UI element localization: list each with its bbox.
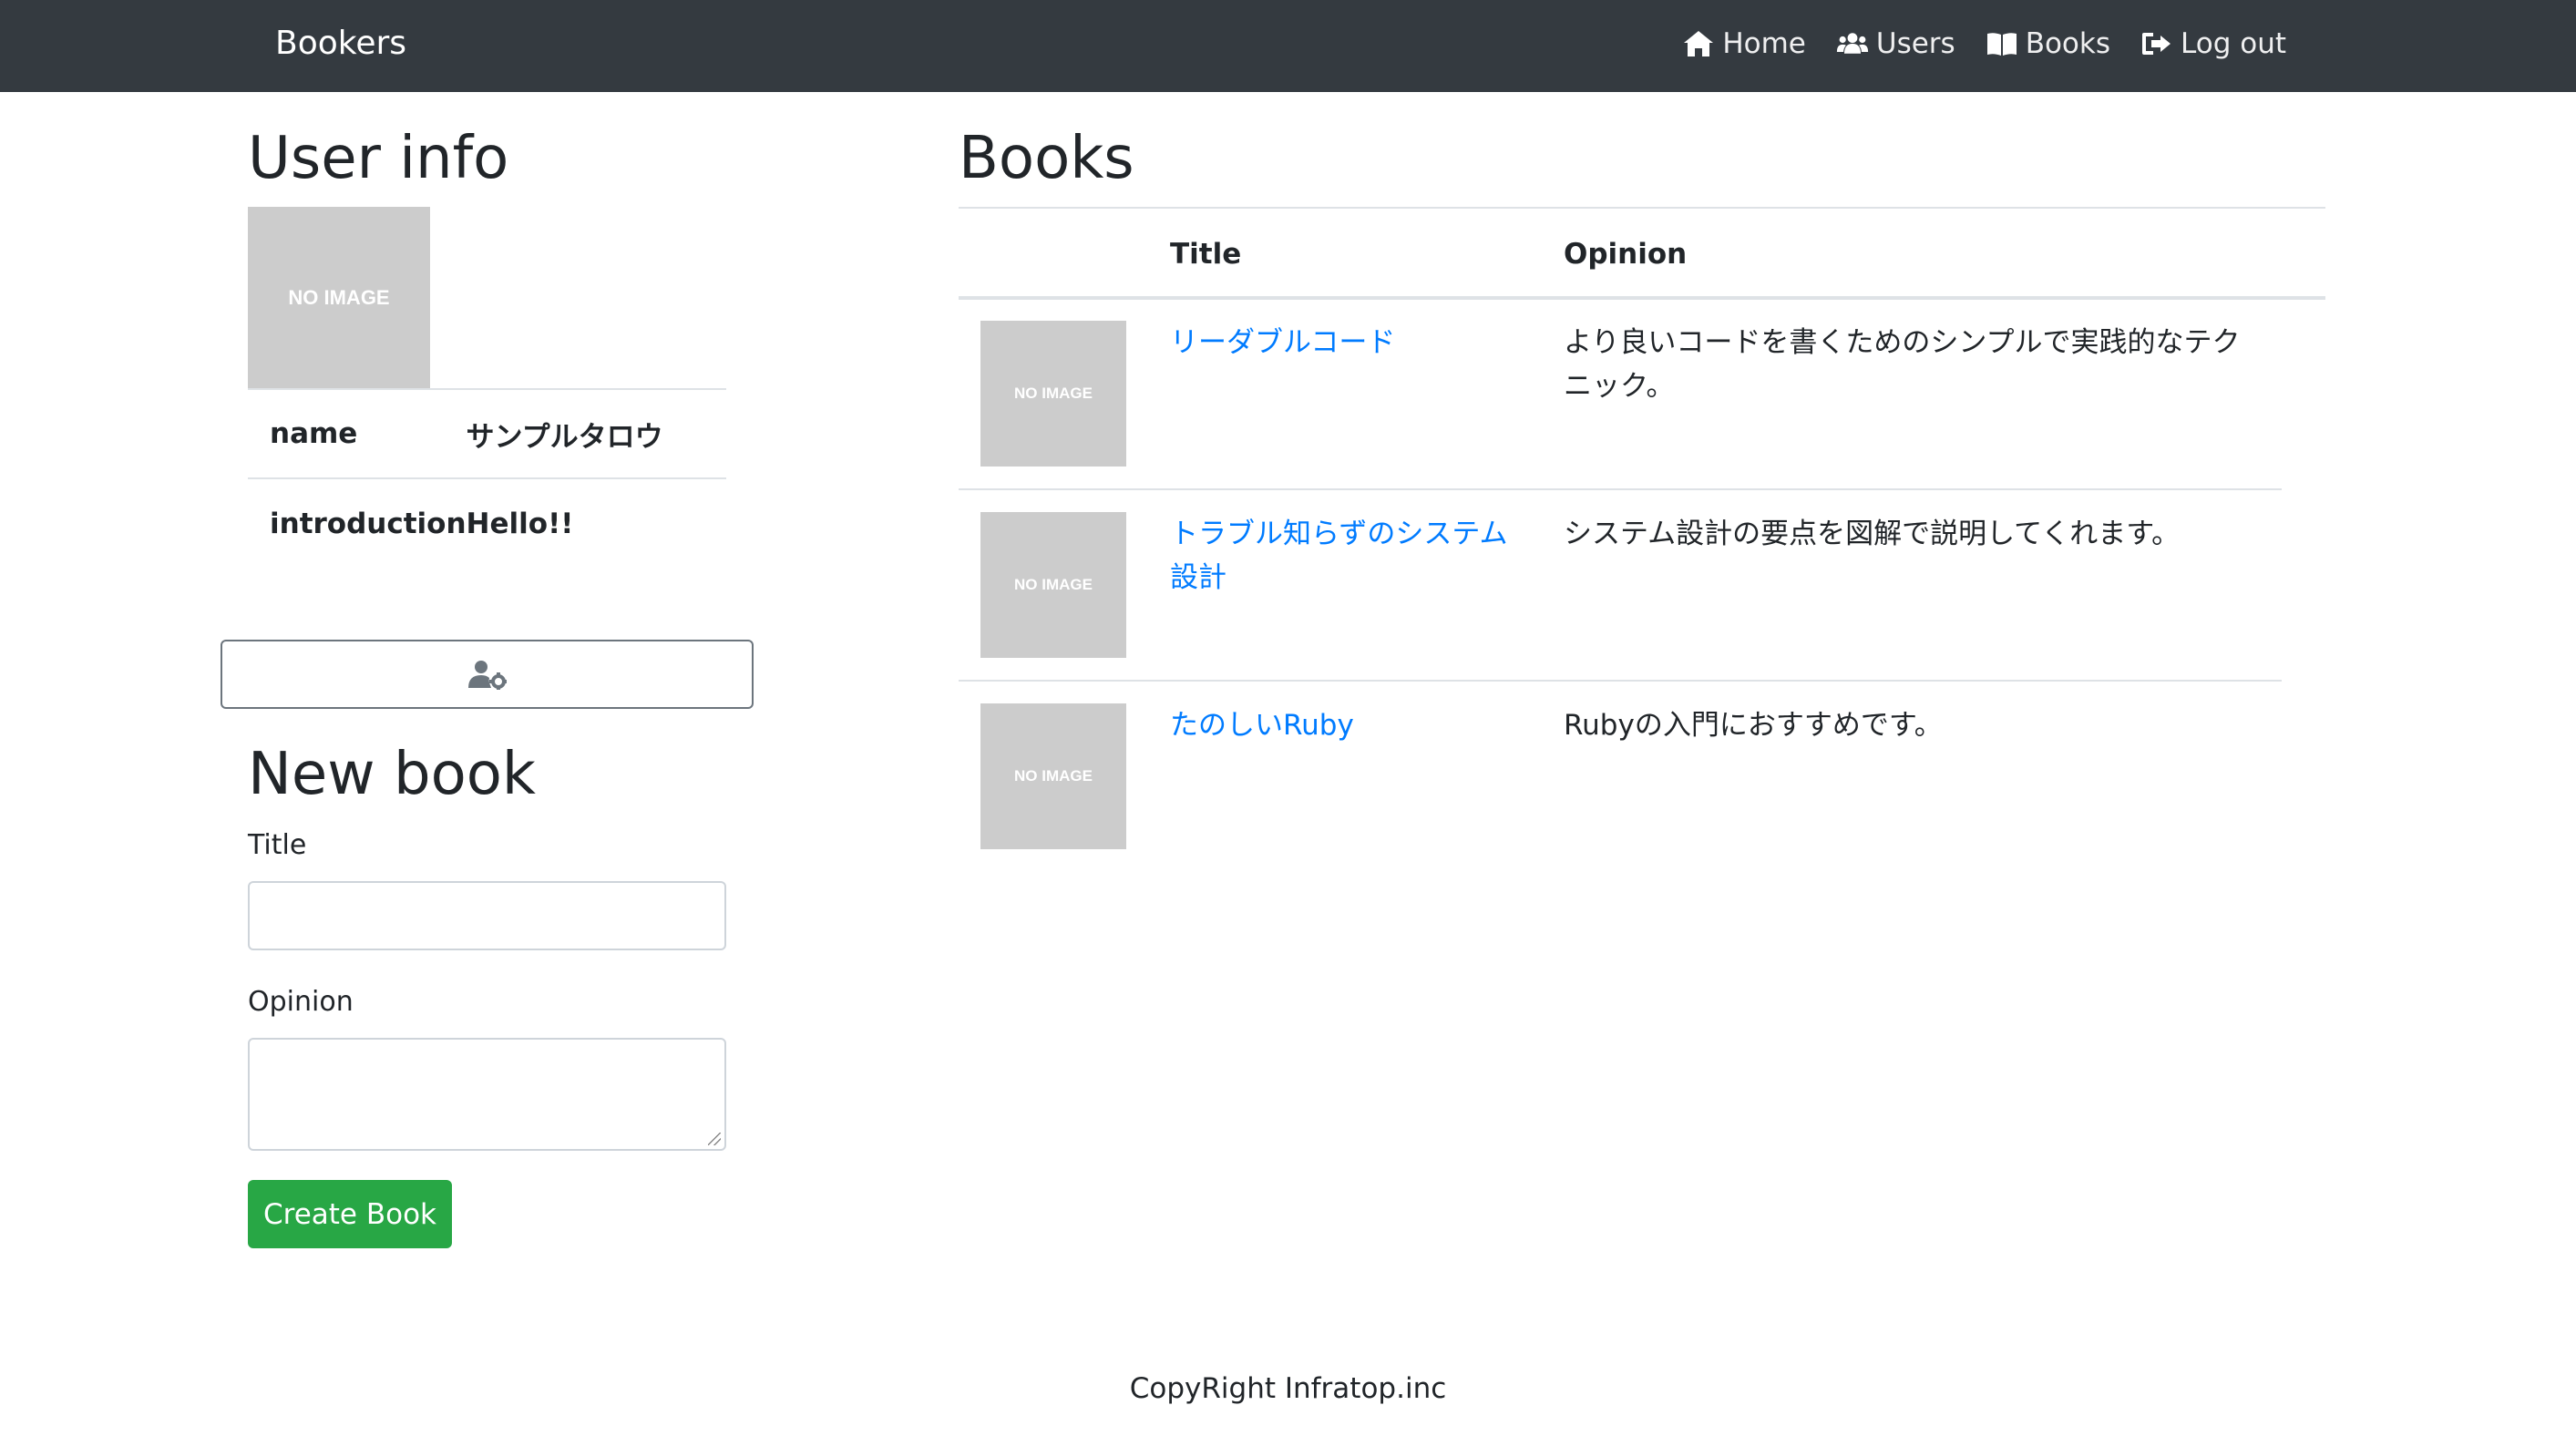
user-name-label: name [248, 388, 467, 478]
opinion-label: Opinion [248, 986, 354, 1018]
user-introduction-value: Hello!! [466, 477, 726, 568]
brand-link[interactable]: Bookers [275, 22, 406, 66]
nav-users-label: Users [1875, 27, 1955, 60]
navbar: Bookers Home Users Books Log out [0, 0, 2576, 92]
column-header-opinion: Opinion [1564, 238, 1688, 271]
book-opinion: より良いコードを書くためのシンプルで実践的なテクニック。 [1564, 326, 2241, 403]
book-open-icon [1986, 33, 2017, 56]
row-divider [959, 488, 2282, 490]
users-icon [1836, 33, 1868, 54]
user-cog-icon [467, 661, 507, 690]
column-header-title: Title [1170, 238, 1242, 271]
new-book-heading: New book [248, 741, 536, 808]
edit-user-button[interactable] [221, 640, 754, 709]
book-title-link[interactable]: トラブル知らずのシステム設計 [1170, 512, 1516, 600]
create-book-button[interactable]: Create Book [248, 1180, 452, 1248]
title-input[interactable] [248, 881, 726, 950]
book-image-placeholder-text: NO IMAGE [1014, 767, 1093, 785]
book-title-link[interactable]: たのしいRuby [1170, 703, 1516, 747]
nav-books-link[interactable]: Books [1986, 27, 2110, 60]
book-opinion: Rubyの入門におすすめです。 [1564, 709, 1943, 742]
user-avatar: NO IMAGE [248, 207, 430, 389]
nav-links: Home Users Books Log out [1682, 22, 2286, 66]
nav-home-label: Home [1722, 27, 1806, 60]
nav-logout-label: Log out [2181, 27, 2286, 60]
book-opinion: システム設計の要点を図解で説明してくれます。 [1564, 518, 2181, 550]
opinion-textarea[interactable] [248, 1038, 726, 1151]
user-introduction-label: introduction [248, 477, 467, 568]
book-title-link[interactable]: リーダブルコード [1170, 321, 1516, 364]
book-image-placeholder-text: NO IMAGE [1014, 576, 1093, 593]
books-heading: Books [959, 125, 1134, 192]
user-info-heading: User info [248, 125, 509, 192]
user-introduction-row: introduction Hello!! [248, 477, 726, 568]
nav-home-link[interactable]: Home [1682, 27, 1806, 60]
row-divider [959, 680, 2282, 682]
avatar-placeholder-text: NO IMAGE [288, 286, 390, 309]
book-image[interactable]: NO IMAGE [980, 512, 1126, 658]
books-top-divider [959, 207, 2325, 209]
resize-handle[interactable] [708, 1133, 721, 1145]
user-name-row: name サンプルタロウ [248, 388, 726, 478]
book-image[interactable]: NO IMAGE [980, 703, 1126, 849]
nav-users-link[interactable]: Users [1836, 27, 1955, 60]
home-icon [1684, 31, 1714, 56]
title-label: Title [248, 829, 307, 861]
nav-books-label: Books [2025, 27, 2110, 60]
books-header-divider [959, 296, 2325, 300]
user-info-table: name サンプルタロウ introduction Hello!! [248, 388, 726, 568]
sign-out-icon [2142, 33, 2171, 55]
nav-logout-link[interactable]: Log out [2140, 27, 2286, 60]
footer-copyright: CopyRight Infratop.inc [1129, 1372, 1447, 1405]
book-image[interactable]: NO IMAGE [980, 321, 1126, 467]
book-image-placeholder-text: NO IMAGE [1014, 385, 1093, 402]
user-name-value: サンプルタロウ [466, 388, 726, 478]
